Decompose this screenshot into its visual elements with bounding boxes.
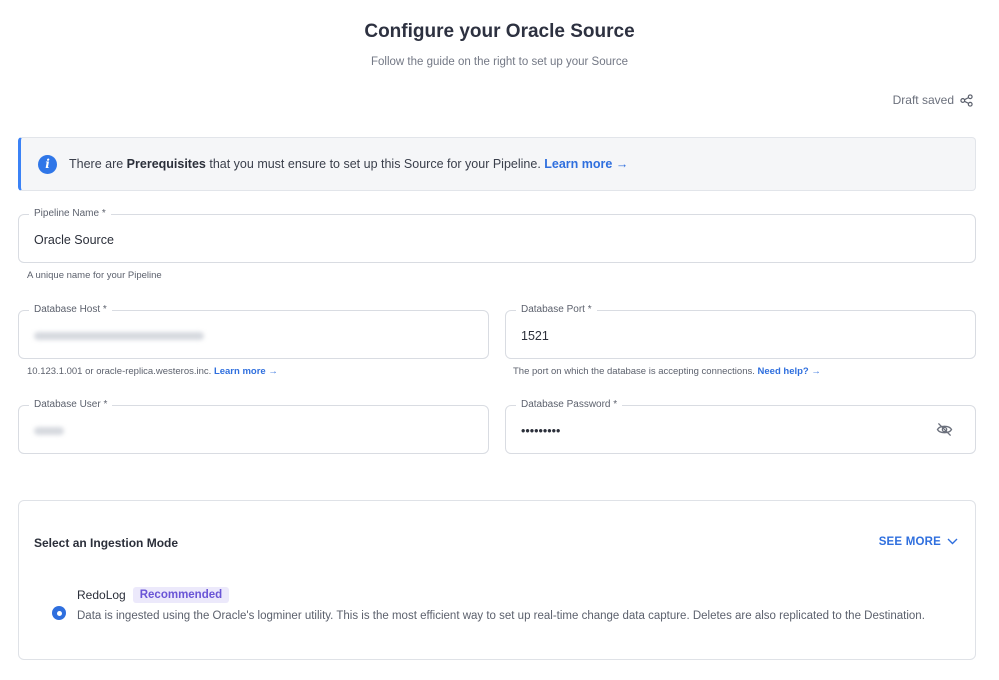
database-port-field[interactable]: Database Port * 1521 [505,304,976,359]
database-user-label: Database User * [29,399,113,410]
database-password-field[interactable]: Database Password * ••••••••• [505,399,976,454]
database-host-help: 10.123.1.001 or oracle-replica.westeros.… [27,366,278,377]
eye-slash-icon[interactable] [936,422,953,442]
database-port-help: The port on which the database is accept… [513,366,821,377]
page-title: Configure your Oracle Source [364,21,635,42]
draft-status-label: Draft saved [892,93,954,107]
redolog-description: Data is ingested using the Oracle's logm… [77,610,925,622]
banner-learn-more-link[interactable]: Learn more → [544,157,628,171]
draft-status: Draft saved [893,93,973,107]
banner-text-after: that you must ensure to set up this Sour… [205,157,545,171]
see-more-button[interactable]: SEE MORE [879,536,958,548]
database-user-value-redacted[interactable] [34,427,64,435]
redolog-option[interactable]: RedoLog Recommended [77,587,230,603]
database-password-value[interactable]: ••••••••• [521,424,560,438]
redolog-radio[interactable] [52,606,66,620]
banner-text-before: There are [69,157,127,171]
database-port-need-help-link[interactable]: Need help? → [758,366,821,377]
database-port-help-text: The port on which the database is accept… [513,366,755,377]
database-host-help-text: 10.123.1.001 or oracle-replica.westeros.… [27,366,212,377]
database-port-value[interactable]: 1521 [521,329,549,343]
share-icon[interactable] [960,93,973,107]
database-host-value-redacted[interactable] [34,332,204,340]
database-port-label: Database Port * [516,304,597,315]
database-host-label: Database Host * [29,304,112,315]
database-host-field[interactable]: Database Host * [18,304,489,359]
recommended-badge: Recommended [132,587,230,603]
database-user-field[interactable]: Database User * [18,399,489,454]
prerequisites-banner: i There are Prerequisites that you must … [18,137,976,191]
see-more-label: SEE MORE [878,536,941,548]
pipeline-name-field[interactable]: Pipeline Name * Oracle Source [18,208,976,263]
page-subtitle: Follow the guide on the right to set up … [371,56,628,68]
redolog-name: RedoLog [77,588,126,602]
banner-bold: Prerequisites [126,157,206,171]
pipeline-name-help: A unique name for your Pipeline [27,270,162,281]
banner-text: There are Prerequisites that you must en… [69,157,628,171]
pipeline-name-value[interactable]: Oracle Source [34,233,114,247]
database-host-learn-more-link[interactable]: Learn more → [214,366,278,377]
ingestion-mode-panel: Select an Ingestion Mode SEE MORE RedoLo… [18,500,976,660]
chevron-down-icon [947,536,958,548]
ingestion-mode-title: Select an Ingestion Mode [34,536,179,550]
info-icon: i [38,154,57,174]
database-password-label: Database Password * [516,399,623,410]
pipeline-name-label: Pipeline Name * [29,208,111,219]
